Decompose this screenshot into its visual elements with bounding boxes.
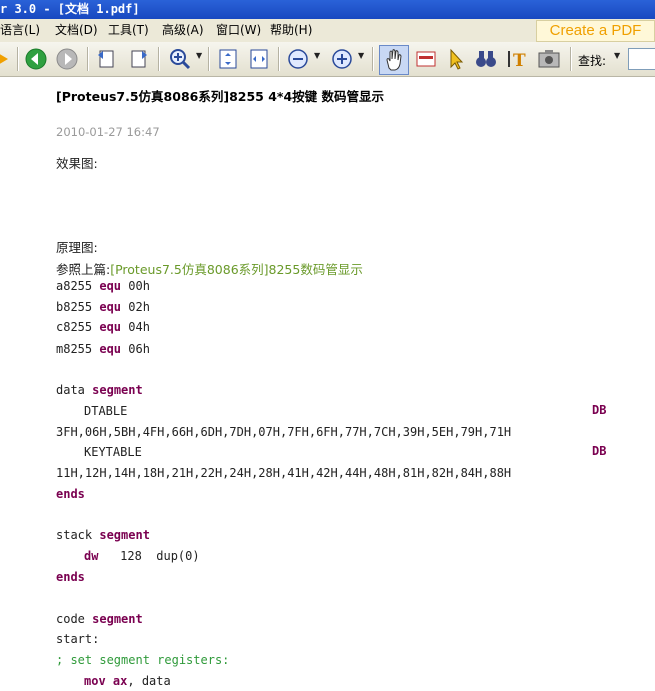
- scan-icon[interactable]: [414, 47, 438, 71]
- code-line: stack segment: [56, 527, 150, 543]
- zoom-plus-icon[interactable]: [330, 47, 354, 71]
- svg-text:T: T: [513, 51, 526, 71]
- reference-line: 参照上篇:[Proteus7.5仿真8086系列]8255数码管显示: [56, 259, 363, 278]
- code-keyword: equ: [99, 320, 122, 334]
- code-ident: DTABLE: [84, 404, 128, 418]
- forward-icon[interactable]: [55, 47, 79, 71]
- post-title: [Proteus7.5仿真8086系列]8255 4*4按键 数码管显示: [56, 89, 384, 104]
- code-ident: m8255: [56, 342, 93, 356]
- code-keyword: equ: [99, 342, 122, 356]
- document-page: [Proteus7.5仿真8086系列]8255 4*4按键 数码管显示 201…: [0, 77, 655, 691]
- menu-document[interactable]: 文档(D): [55, 19, 98, 42]
- zoom-out-dropdown-icon[interactable]: ▼: [314, 51, 320, 60]
- find-input[interactable]: [628, 48, 655, 70]
- zoom-dropdown-icon[interactable]: ▼: [196, 51, 202, 60]
- back-icon[interactable]: [24, 47, 48, 71]
- window-title-bar: r 3.0 - [文档 1.pdf]: [0, 0, 655, 19]
- code-line: dw 128 dup(0): [56, 548, 200, 564]
- toolbar-separator: [278, 47, 280, 71]
- reference-link[interactable]: [Proteus7.5仿真8086系列]8255数码管显示: [110, 262, 363, 277]
- code-value: 04h: [128, 320, 150, 334]
- menu-bar: 语言(L) 文档(D) 工具(T) 高级(A) 窗口(W) 帮助(H) Crea…: [0, 19, 655, 42]
- code-line: m8255 equ 06h: [56, 341, 150, 357]
- toolbar-separator: [208, 47, 210, 71]
- code-line: b8255 equ 02h: [56, 299, 150, 315]
- code-keyword: dw: [84, 549, 99, 563]
- code-line: data segment: [56, 382, 143, 398]
- code-keyword: equ: [99, 279, 122, 293]
- find-label: 查找:: [578, 54, 607, 68]
- rotate-left-icon[interactable]: [95, 47, 119, 71]
- code-ident: data: [56, 383, 85, 397]
- toolbar-separator: [158, 47, 160, 71]
- code-value: 00h: [128, 279, 150, 293]
- code-keyword: segment: [92, 612, 143, 626]
- code-keyword: segment: [99, 528, 150, 542]
- hand-tool-icon[interactable]: [379, 45, 409, 75]
- fit-page-icon[interactable]: [216, 47, 240, 71]
- toolbar: ▼ ▼ ▼ T 查找: ▼: [0, 42, 655, 77]
- zoom-plus-dropdown-icon[interactable]: ▼: [358, 51, 364, 60]
- menu-language[interactable]: 语言(L): [0, 19, 40, 42]
- code-keyword: DB: [592, 444, 607, 458]
- select-arrow-icon[interactable]: [444, 47, 468, 71]
- reference-prefix: 参照上篇:: [56, 262, 111, 277]
- code-keyword: mov: [84, 674, 106, 688]
- code-ident: a8255: [56, 279, 93, 293]
- effect-label: 效果图:: [56, 156, 98, 171]
- code-operands: , data: [127, 674, 171, 688]
- code-keyword: equ: [99, 300, 122, 314]
- toolbar-separator: [372, 47, 374, 71]
- toolbar-separator: [87, 47, 89, 71]
- code-comment: ; set segment registers:: [56, 653, 230, 667]
- code-ident: KEYTABLE: [84, 445, 142, 459]
- code-value: 06h: [128, 342, 150, 356]
- code-ident: c8255: [56, 320, 93, 334]
- menu-advanced[interactable]: 高级(A): [162, 19, 204, 42]
- code-line: a8255 equ 00h: [56, 278, 150, 294]
- code-line: code segment: [56, 611, 143, 627]
- code-ident: code: [56, 612, 85, 626]
- fit-width-icon[interactable]: [247, 47, 271, 71]
- rotate-right-icon[interactable]: [126, 47, 150, 71]
- schematic-label: 原理图:: [56, 240, 98, 255]
- menu-help[interactable]: 帮助(H): [270, 19, 312, 42]
- code-line: mov ax, data: [56, 673, 171, 689]
- code-ident: b8255: [56, 300, 93, 314]
- snapshot-icon[interactable]: [537, 47, 561, 71]
- code-keyword: DB: [592, 403, 607, 417]
- menu-window[interactable]: 窗口(W): [216, 19, 261, 42]
- code-value: 02h: [128, 300, 150, 314]
- code-label: start:: [56, 632, 100, 646]
- window-title: r 3.0 - [文档 1.pdf]: [0, 2, 140, 16]
- code-operands: 128 dup(0): [98, 549, 200, 563]
- post-date: 2010-01-27 16:47: [56, 125, 160, 139]
- code-keyword: ax: [112, 674, 128, 688]
- create-pdf-banner[interactable]: Create a PDF: [536, 20, 655, 42]
- code-keyword: ends: [56, 487, 85, 501]
- zoom-out-icon[interactable]: [286, 47, 310, 71]
- arrow-right-icon[interactable]: [0, 47, 16, 71]
- menu-tools[interactable]: 工具(T): [108, 19, 149, 42]
- find-dropdown-icon[interactable]: ▼: [614, 51, 620, 60]
- code-keyword: ends: [56, 570, 85, 584]
- code-line: c8255 equ 04h: [56, 319, 150, 335]
- zoom-in-icon[interactable]: [168, 47, 192, 71]
- toolbar-separator: [17, 47, 19, 71]
- code-values: 3FH,06H,5BH,4FH,66H,6DH,7DH,07H,7FH,6FH,…: [56, 425, 512, 439]
- code-ident: stack: [56, 528, 93, 542]
- binoculars-icon[interactable]: [474, 47, 498, 71]
- code-keyword: segment: [92, 383, 143, 397]
- text-select-icon[interactable]: T: [506, 47, 530, 71]
- toolbar-separator: [570, 47, 572, 71]
- code-values: 11H,12H,14H,18H,21H,22H,24H,28H,41H,42H,…: [56, 466, 512, 480]
